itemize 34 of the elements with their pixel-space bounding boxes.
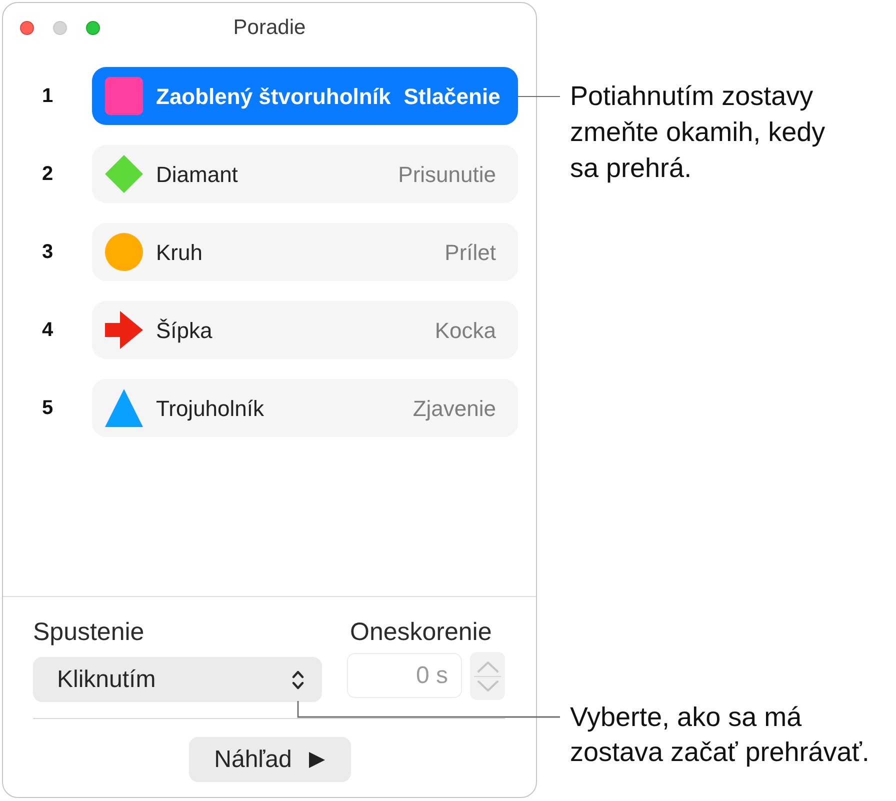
build-name: Zaoblený štvoruholník (156, 82, 391, 111)
build-row[interactable]: Diamant Prisunutie (92, 145, 518, 203)
preview-button[interactable]: Náhľad (188, 737, 350, 782)
start-popup[interactable]: Kliknutím (33, 657, 322, 702)
build-number: 1 (40, 84, 54, 109)
build-name: Kruh (156, 238, 204, 266)
build-row[interactable]: Trojuholník Zjavenie (92, 379, 518, 437)
callout-text: Vyberte, ako sa má zostava začať prehrávať. (570, 701, 870, 769)
window-title: Poradie (233, 15, 306, 41)
updown-chevron-icon (292, 670, 304, 690)
effect-name: Prílet (444, 238, 497, 266)
effect-name: Prisunutie (398, 160, 497, 188)
build-number: 4 (40, 318, 54, 343)
callout-text: Potiahnutím zostavy zmeňte okamih, kedy sa prehrá. (570, 80, 826, 185)
zoom-button[interactable] (86, 21, 100, 35)
build-row[interactable]: Kruh Prílet (92, 223, 518, 281)
delay-label: Oneskorenie (350, 617, 492, 647)
build-name: Diamant (156, 160, 239, 188)
build-number: 3 (40, 240, 54, 265)
play-icon (308, 752, 325, 768)
chevron-up-icon (476, 660, 498, 672)
build-number: 2 (40, 162, 54, 187)
effect-name: Zjavenie (412, 394, 497, 423)
effect-name: Stlačenie (404, 82, 502, 110)
close-button[interactable] (20, 21, 34, 35)
chevron-down-icon (476, 680, 498, 692)
build-number: 5 (40, 396, 54, 421)
build-row[interactable]: Šípka Kocka (92, 301, 518, 359)
leader-line (518, 96, 560, 97)
build-row[interactable]: Zaoblený štvoruholník Stlačenie (92, 67, 518, 125)
build-name: Šípka (156, 316, 214, 345)
effect-name: Kocka (434, 316, 497, 344)
build-name: Trojuholník (156, 394, 266, 423)
start-label: Spustenie (33, 617, 146, 647)
